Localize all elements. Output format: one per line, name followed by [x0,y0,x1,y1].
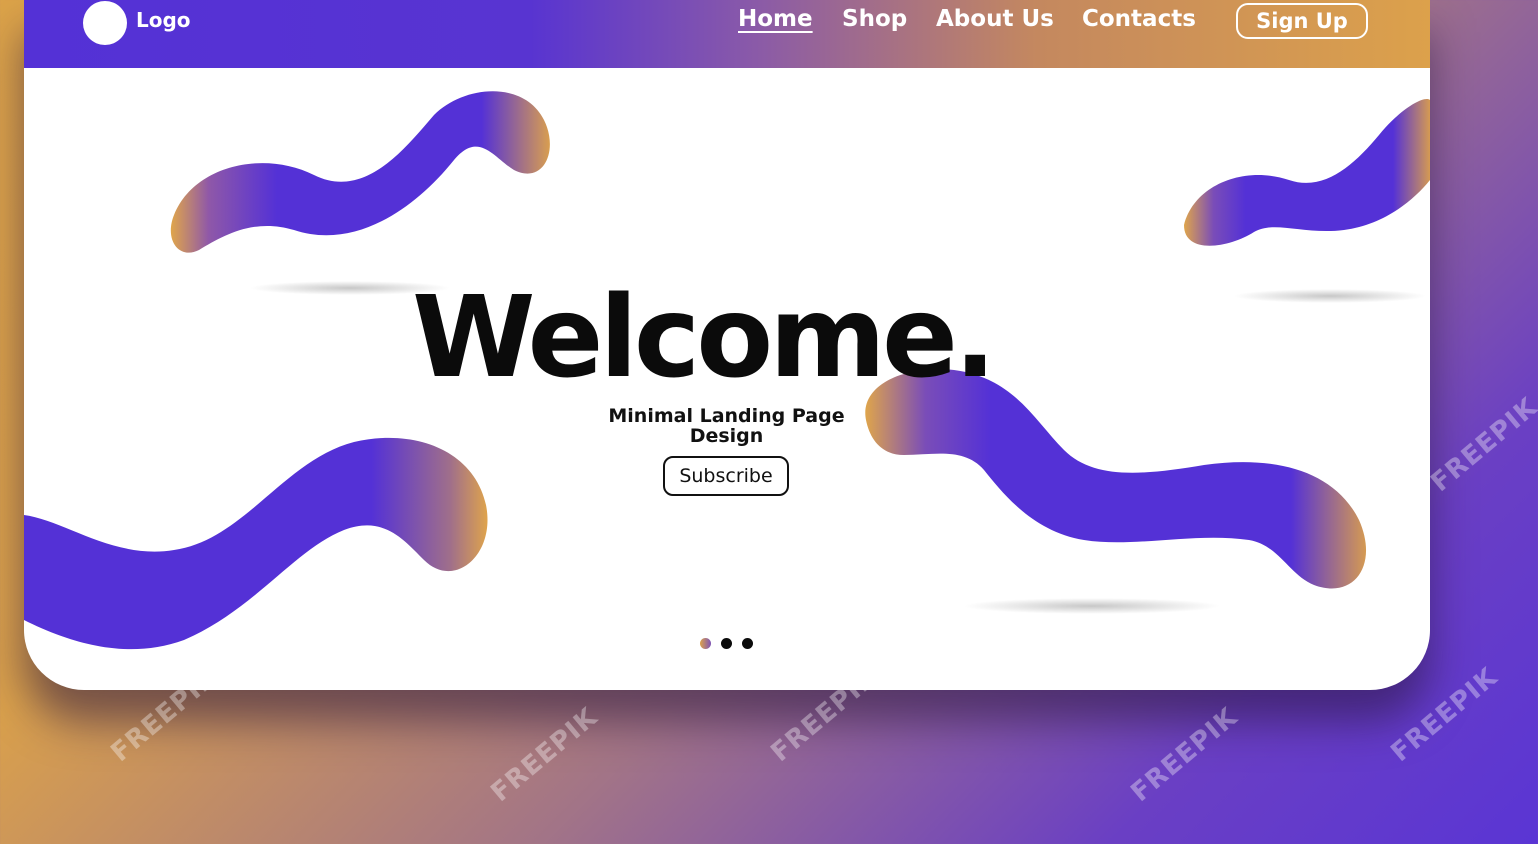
watermark-text: FREEPIK [1425,391,1538,499]
carousel-indicators [700,638,753,649]
carousel-dot-3[interactable] [742,638,753,649]
subscribe-button[interactable]: Subscribe [663,456,789,496]
hero-subtitle-line-1: Minimal Landing Page [608,405,845,427]
carousel-dot-2[interactable] [721,638,732,649]
hero-subtitle-line-2: Design [689,425,764,447]
landing-card: Logo Home Shop About Us Contacts Sign Up [24,0,1430,690]
hero-title: Welcome. [412,273,996,403]
watermark-text: FREEPIK [485,701,604,809]
hero-subtitle: Minimal Landing Page Design [584,406,869,446]
carousel-dot-1[interactable] [700,638,711,649]
watermark-text: FREEPIK [1125,701,1244,809]
